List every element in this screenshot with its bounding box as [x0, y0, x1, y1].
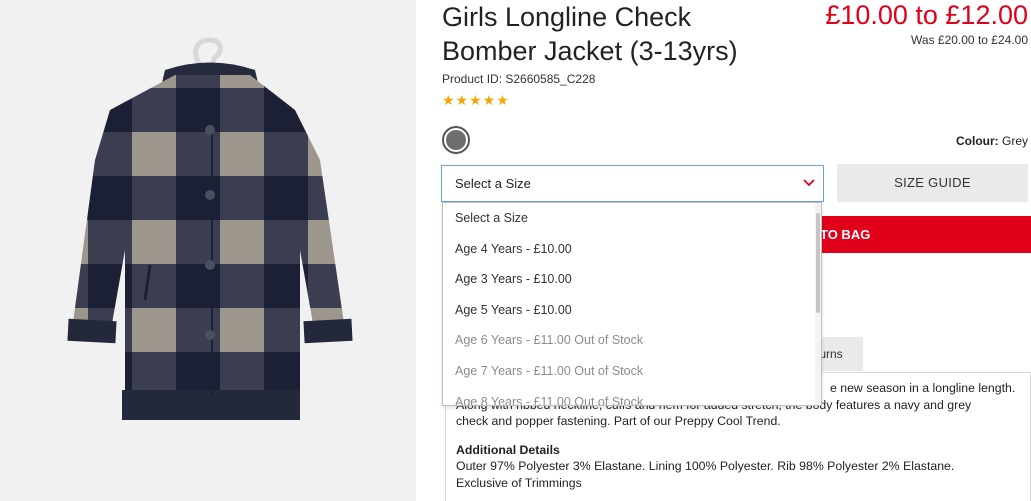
size-option[interactable]: Age 5 Years - £10.00 — [443, 295, 821, 326]
additional-details-heading: Additional Details — [456, 442, 560, 457]
size-option-out-of-stock[interactable]: Age 6 Years - £11.00 Out of Stock — [443, 325, 821, 356]
size-option-out-of-stock[interactable]: Age 8 Years - £11.00 Out of Stock — [443, 387, 821, 405]
details-line1: Outer 97% Polyester 3% Elastane. Lining … — [456, 459, 955, 473]
size-select-value: Select a Size — [455, 176, 531, 191]
dropdown-scrollbar[interactable] — [815, 203, 821, 405]
add-to-bag-button[interactable]: TO BAG — [820, 216, 1031, 253]
description-line3: check and popper fastening. Part of our … — [456, 414, 781, 428]
jacket-illustration — [67, 37, 353, 420]
size-select[interactable]: Select a Size — [441, 165, 824, 202]
colour-swatch-grey[interactable] — [442, 126, 470, 154]
size-option-out-of-stock[interactable]: Age 7 Years - £11.00 Out of Stock — [443, 356, 821, 387]
rating-stars: ★★★★★ — [442, 92, 510, 108]
size-dropdown-list: Select a Size Age 4 Years - £10.00 Age 3… — [442, 202, 822, 406]
tab-returns-label: turns — [820, 347, 843, 361]
size-option[interactable]: Select a Size — [443, 203, 821, 234]
product-title-line1: Girls Longline Check — [442, 2, 692, 32]
colour-label-key: Colour: — [955, 134, 999, 148]
product-id: Product ID: S2660585_C228 — [442, 72, 596, 86]
scrollbar-thumb[interactable] — [816, 213, 820, 313]
chevron-down-icon — [803, 179, 815, 187]
product-image — [0, 0, 416, 501]
size-guide-button[interactable]: SIZE GUIDE — [837, 164, 1028, 202]
details-line2: Exclusive of Trimmings — [456, 475, 582, 490]
colour-label-value: Grey — [1001, 134, 1028, 148]
product-price: £10.00 to £12.00 — [825, 0, 1028, 30]
product-title: Girls Longline Check Bomber Jacket (3-13… — [442, 0, 782, 68]
was-price: Was £20.00 to £24.00 — [911, 33, 1028, 47]
size-option[interactable]: Age 3 Years - £10.00 — [443, 264, 821, 295]
size-option[interactable]: Age 4 Years - £10.00 — [443, 234, 821, 265]
product-title-line2: Bomber Jacket (3-13yrs) — [442, 36, 738, 66]
add-to-bag-label: TO BAG — [820, 227, 871, 242]
colour-label: Colour: Grey — [956, 134, 1028, 148]
tab-returns[interactable]: turns — [820, 337, 863, 371]
